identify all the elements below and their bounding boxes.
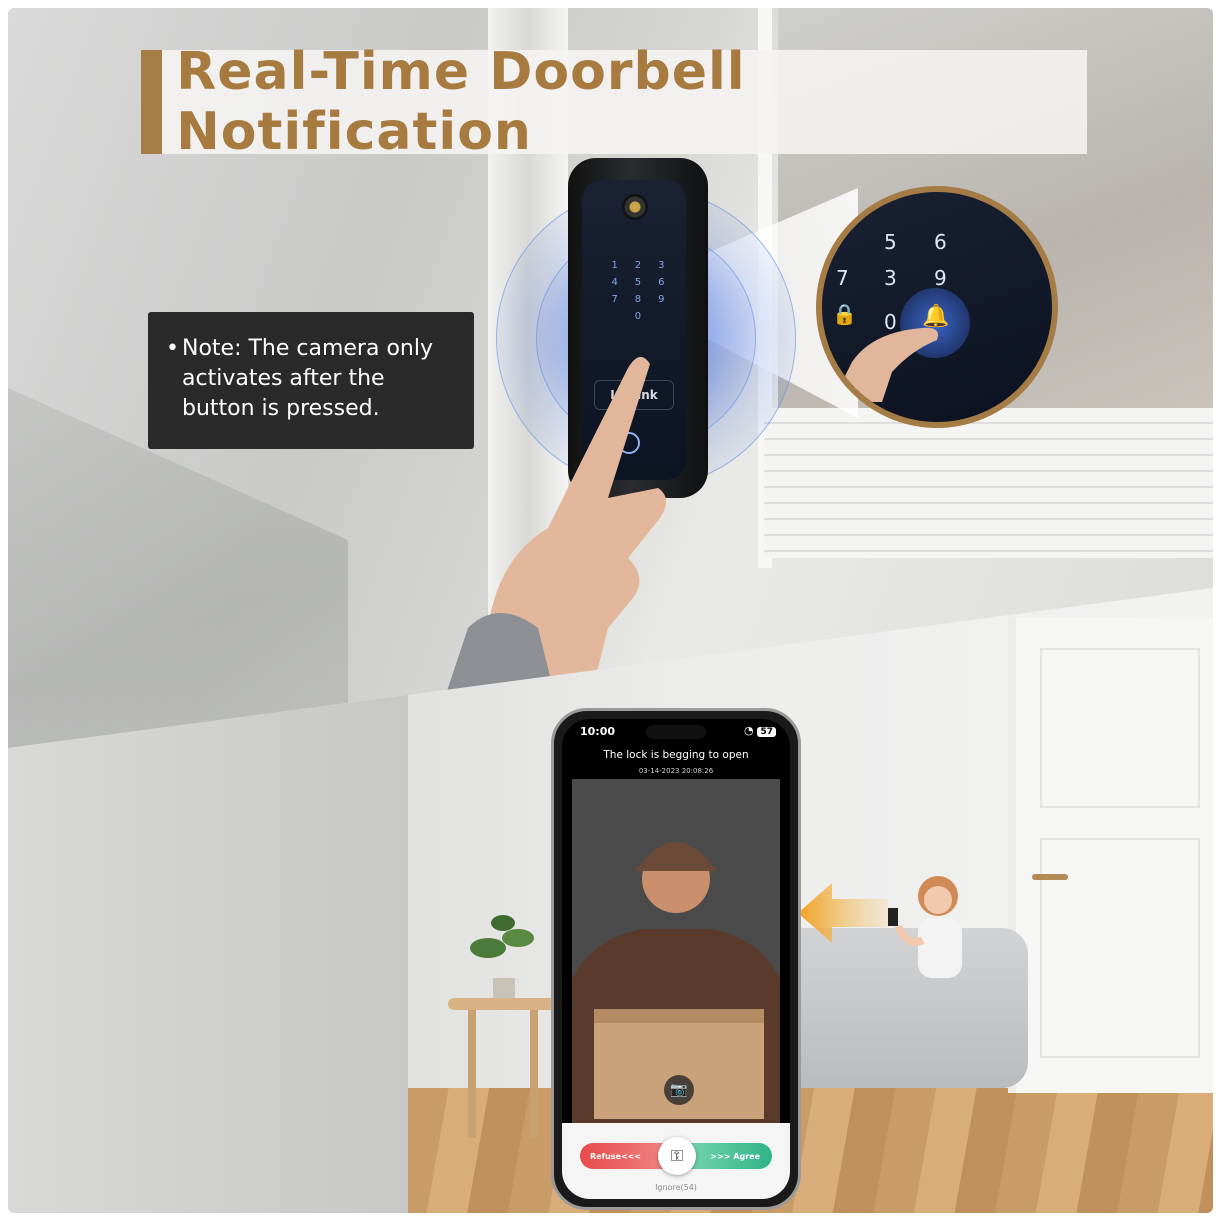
zoom-keypad-key: 6 <box>934 230 947 254</box>
note-bullet: • <box>166 336 179 361</box>
note-box: • Note: The camera only activates after … <box>148 312 474 449</box>
zoom-keypad-key: 3 <box>884 266 897 290</box>
keypad-key[interactable] <box>606 311 623 322</box>
status-icons: ◔ 57 <box>744 724 776 737</box>
notification-title: The lock is begging to open <box>603 749 749 761</box>
door-panel <box>1040 838 1200 1058</box>
door-panel <box>1040 648 1200 808</box>
zoom-keypad-key: 9 <box>934 266 947 290</box>
delivery-person-image <box>572 779 780 1123</box>
keypad-key[interactable]: 2 <box>629 260 646 271</box>
door-handle <box>1032 874 1068 880</box>
zoom-keypad-key: 7 <box>836 266 849 290</box>
phone-screen: 10:00 ◔ 57 The lock is begging to open 0… <box>562 719 790 1199</box>
wifi-icon: ◔ <box>744 724 754 737</box>
title-accent-bar <box>141 50 163 154</box>
status-bar: 10:00 ◔ 57 <box>562 719 790 745</box>
potted-plant <box>470 915 534 1008</box>
keypad-key[interactable]: 1 <box>606 260 623 271</box>
lock-keypad: 123 456 7890 <box>606 260 670 322</box>
keypad-key[interactable]: 7 <box>606 294 623 305</box>
interior-door <box>1008 618 1213 1093</box>
battery-icon: 57 <box>757 727 776 737</box>
key-icon[interactable]: ⚿ <box>658 1137 696 1175</box>
zoom-finger <box>832 327 938 402</box>
notification-timestamp: 03-14-2023 20:08:26 <box>638 767 714 775</box>
window-sill <box>764 408 1213 558</box>
keypad-key[interactable]: 5 <box>629 277 646 288</box>
keypad-key[interactable]: 4 <box>606 277 623 288</box>
keypad-key[interactable]: 9 <box>653 294 670 305</box>
note-text: Note: The camera only activates after th… <box>182 336 433 421</box>
page-title: Real-Time Doorbell Notification <box>176 42 746 162</box>
keypad-key[interactable]: 6 <box>653 277 670 288</box>
keypad-key[interactable]: 8 <box>629 294 646 305</box>
keypad-key[interactable]: 3 <box>653 260 670 271</box>
phone-notch <box>646 725 706 739</box>
smartphone: 10:00 ◔ 57 The lock is begging to open 0… <box>551 708 801 1210</box>
camera-lens-icon <box>622 194 648 220</box>
notification-arrow-icon <box>798 883 888 943</box>
product-image: 1234567890 IOTlink 567390 🔔 🔒 Real-Time … <box>8 8 1213 1213</box>
action-panel: Refuse<<< >>> Agree ⚿ Ignore(54) <box>562 1123 790 1199</box>
side-table <box>448 998 558 1138</box>
zoom-keypad-key: 5 <box>884 230 897 254</box>
keypad-key[interactable]: 0 <box>629 311 646 322</box>
ignore-button[interactable]: Ignore(54) <box>562 1183 790 1192</box>
camera-snapshot-icon[interactable]: 📷 <box>664 1075 694 1105</box>
zoom-keypad-detail: 567390 🔔 🔒 <box>816 186 1058 428</box>
status-time: 10:00 <box>580 725 616 738</box>
camera-video-feed: 📷 <box>572 779 780 1123</box>
keypad-key[interactable] <box>653 311 670 322</box>
title-banner: Real-Time Doorbell Notification <box>141 42 1087 162</box>
